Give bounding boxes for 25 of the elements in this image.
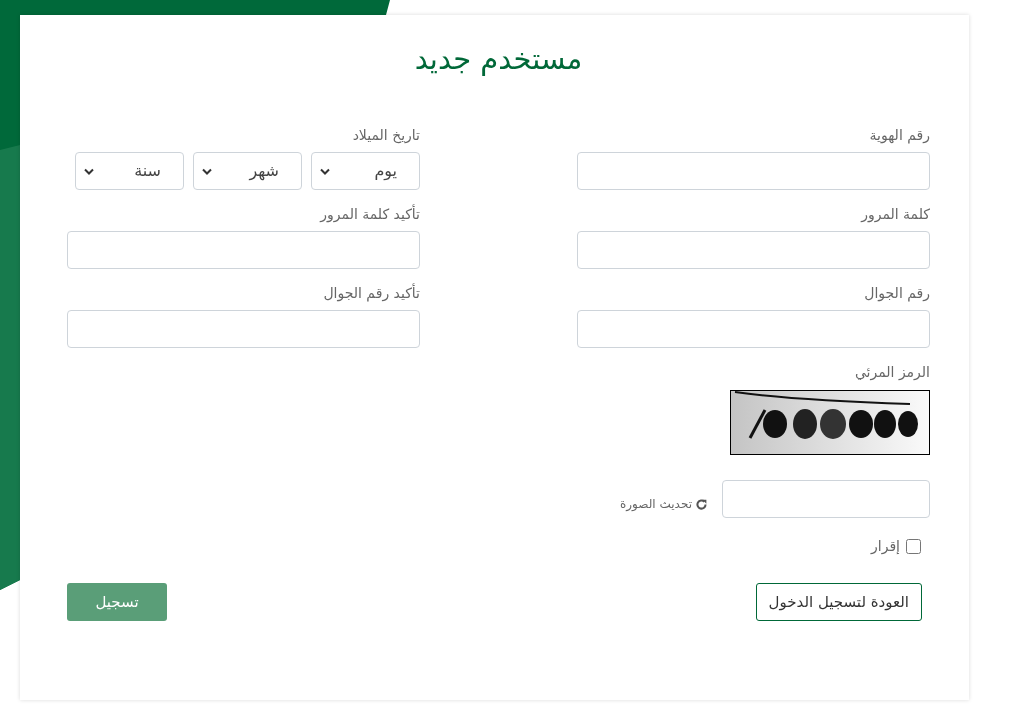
dropdown[interactable]: شهر: [193, 152, 302, 190]
field-label: رقم الجوال: [864, 284, 930, 303]
chevron-down-icon: [84, 167, 94, 175]
chevron-down-icon: [202, 167, 212, 175]
refresh-icon: [695, 497, 708, 511]
field-label: تأكيد كلمة المرور: [320, 204, 420, 224]
field-label: كلمة المرور: [861, 205, 930, 224]
field-label: الرمز المرئي: [854, 363, 930, 382]
input-field[interactable]: [577, 152, 930, 190]
input-field[interactable]: [577, 310, 930, 348]
input-field[interactable]: [67, 231, 420, 269]
input-field[interactable]: [722, 480, 930, 518]
input-field[interactable]: [577, 231, 930, 269]
dropdown[interactable]: يوم: [311, 152, 420, 190]
refresh-link[interactable]: تحديث الصورة: [620, 495, 708, 513]
input-field[interactable]: [67, 310, 420, 348]
dropdown[interactable]: سنة: [75, 152, 184, 190]
field-label: تاريخ الميلاد: [352, 126, 420, 145]
chevron-down-icon: [320, 167, 330, 175]
field-label: رقم الهوية: [869, 126, 930, 145]
field-label: تأكيد رقم الجوال: [323, 283, 420, 303]
back-to-login-button[interactable]: العودة لتسجيل الدخول: [755, 583, 922, 621]
form-title: مستخدم جديد: [414, 41, 583, 78]
checkbox-label: إقرار: [871, 537, 900, 557]
checkbox[interactable]: [906, 539, 921, 554]
